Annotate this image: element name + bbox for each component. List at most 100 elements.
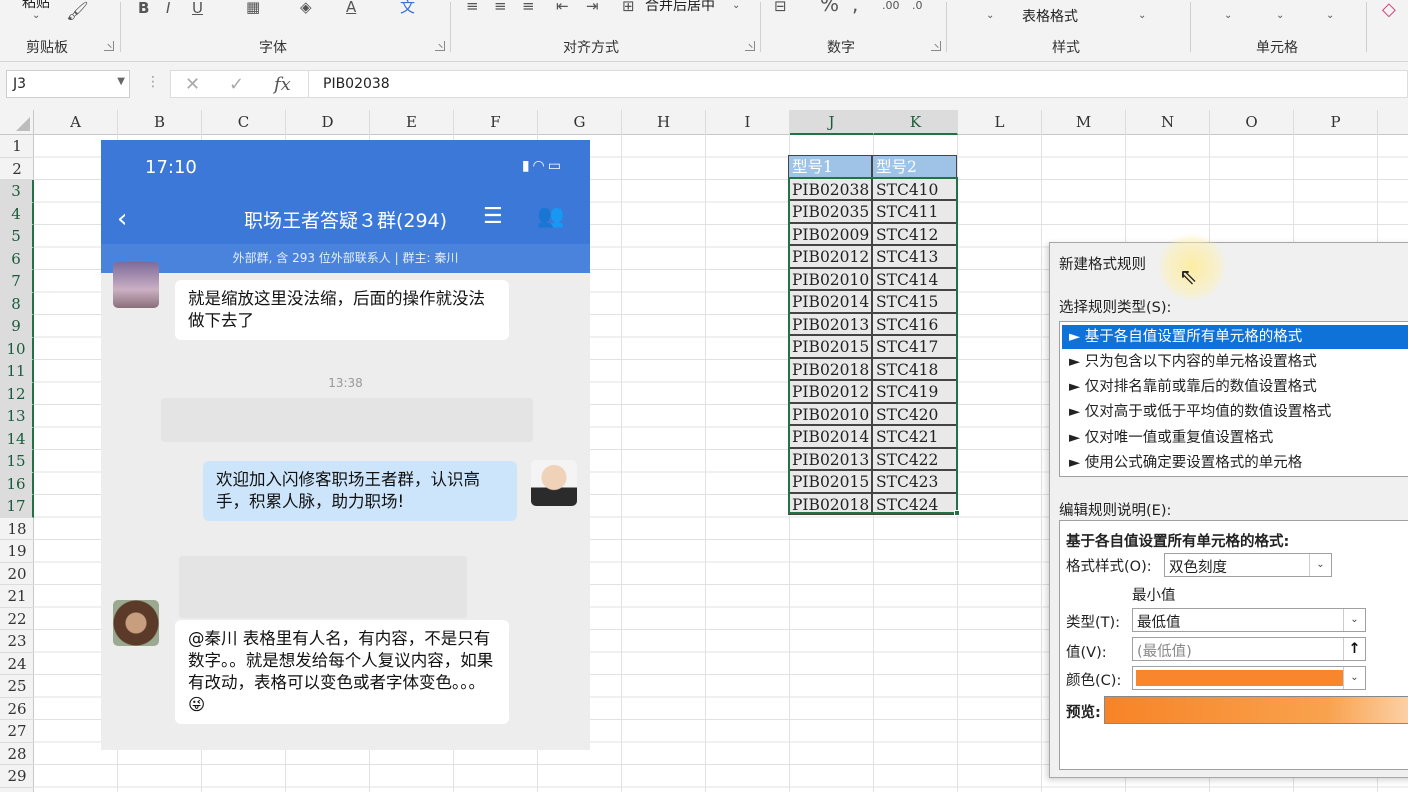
column-header[interactable]: P xyxy=(1294,110,1378,135)
align-center-icon[interactable]: ≡ xyxy=(494,0,507,14)
row-header[interactable]: 15 xyxy=(0,450,34,473)
table-cell[interactable]: PIB02015 xyxy=(788,335,872,358)
table-cell[interactable]: PIB02014 xyxy=(788,425,872,448)
table-cell[interactable]: PIB02015 xyxy=(788,470,872,493)
phonetic-icon[interactable]: 文 xyxy=(400,0,415,15)
comma-style-icon[interactable]: , xyxy=(852,0,858,14)
column-header[interactable]: L xyxy=(958,110,1042,135)
members-icon[interactable]: 👥 xyxy=(537,204,564,229)
avatar[interactable] xyxy=(113,262,159,308)
format-dropdown-icon[interactable]: ⌄ xyxy=(1326,8,1334,24)
conditional-format-dropdown-icon[interactable]: ⌄ xyxy=(986,8,994,24)
table-cell[interactable]: PIB02012 xyxy=(788,380,872,403)
column-header[interactable]: G xyxy=(538,110,622,135)
chevron-down-icon[interactable]: ⌄ xyxy=(1343,667,1365,689)
table-cell[interactable]: STC424 xyxy=(872,492,957,515)
table-cell[interactable]: PIB02018 xyxy=(788,357,872,380)
table-cell[interactable]: PIB02010 xyxy=(788,267,872,290)
avatar[interactable] xyxy=(113,600,159,646)
name-box[interactable]: J3 ▼ xyxy=(6,70,130,98)
alignment-launcher-icon[interactable] xyxy=(745,41,755,51)
accounting-format-icon[interactable]: ⊟ xyxy=(774,0,787,14)
merge-center-icon[interactable]: ⊞ xyxy=(622,0,635,14)
number-launcher-icon[interactable] xyxy=(931,41,941,51)
delete-dropdown-icon[interactable]: ⌄ xyxy=(1276,8,1284,24)
row-header[interactable]: 11 xyxy=(0,360,34,383)
rule-type-item[interactable]: ► 仅对排名靠前或靠后的数值设置格式 xyxy=(1062,375,1408,399)
table-cell[interactable]: STC414 xyxy=(872,267,957,290)
rule-type-item[interactable]: ► 仅对唯一值或重复值设置格式 xyxy=(1062,426,1408,450)
table-cell[interactable]: PIB02038 xyxy=(788,177,872,200)
table-header-cell[interactable]: 型号1 xyxy=(788,155,872,178)
row-header[interactable]: 14 xyxy=(0,427,34,450)
table-cell[interactable]: STC418 xyxy=(872,357,957,380)
color-picker[interactable]: ⌄ xyxy=(1132,666,1366,690)
font-launcher-icon[interactable] xyxy=(435,41,445,51)
italic-icon[interactable]: I xyxy=(166,0,170,16)
table-cell[interactable]: STC411 xyxy=(872,200,957,223)
merge-center-button[interactable]: 合并后居中 xyxy=(645,0,715,15)
chevron-down-icon[interactable]: ▼ xyxy=(117,76,125,87)
row-header[interactable]: 10 xyxy=(0,337,34,360)
increase-indent-icon[interactable]: ⇥ xyxy=(586,0,599,14)
table-cell[interactable]: PIB02013 xyxy=(788,447,872,470)
rule-type-item[interactable]: ► 只为包含以下内容的单元格设置格式 xyxy=(1062,350,1408,374)
row-header[interactable]: 3 xyxy=(0,180,34,203)
row-header[interactable]: 24 xyxy=(0,653,34,675)
column-header[interactable]: H xyxy=(622,110,706,135)
increase-decimal-icon[interactable]: .00 xyxy=(882,0,900,14)
chevron-down-icon[interactable]: ⌄ xyxy=(1309,554,1331,576)
row-header[interactable]: 28 xyxy=(0,743,34,765)
enter-icon[interactable]: ✓ xyxy=(229,74,244,95)
cancel-icon[interactable]: ✕ xyxy=(185,74,200,95)
row-header[interactable]: 4 xyxy=(0,202,34,225)
font-color-icon[interactable]: A xyxy=(346,0,356,15)
menu-icon[interactable]: ☰ xyxy=(483,204,503,229)
table-cell[interactable]: STC421 xyxy=(872,425,957,448)
merge-dropdown-icon[interactable]: ⌄ xyxy=(732,0,740,14)
fill-handle[interactable] xyxy=(954,510,960,516)
table-cell[interactable]: PIB02009 xyxy=(788,222,872,245)
chevron-down-icon[interactable]: ⌄ xyxy=(1343,609,1365,631)
table-cell[interactable]: STC416 xyxy=(872,312,957,335)
column-header[interactable]: B xyxy=(118,110,202,135)
row-header[interactable]: 6 xyxy=(0,247,34,270)
rule-type-item[interactable]: ► 仅对高于或低于平均值的数值设置格式 xyxy=(1062,400,1408,424)
column-header[interactable]: M xyxy=(1042,110,1126,135)
cell-styles-dropdown-icon[interactable]: ⌄ xyxy=(1138,8,1146,24)
row-header[interactable]: 16 xyxy=(0,472,34,495)
row-header[interactable]: 29 xyxy=(0,765,34,788)
row-header[interactable]: 13 xyxy=(0,405,34,428)
column-header[interactable]: A xyxy=(34,110,118,135)
table-cell[interactable]: STC412 xyxy=(872,222,957,245)
table-cell[interactable]: STC410 xyxy=(872,177,957,200)
bold-icon[interactable]: B xyxy=(138,0,149,16)
type-select[interactable]: 最低值 ⌄ xyxy=(1132,608,1366,632)
table-cell[interactable]: PIB02018 xyxy=(788,492,872,515)
format-painter-icon[interactable]: 🖌 xyxy=(66,3,89,21)
row-header[interactable]: 25 xyxy=(0,675,34,698)
clipboard-launcher-icon[interactable] xyxy=(104,41,114,51)
table-cell[interactable]: STC422 xyxy=(872,447,957,470)
select-all-button[interactable] xyxy=(0,110,34,135)
more-options-icon[interactable]: ⋮ xyxy=(146,74,160,90)
row-header[interactable]: 7 xyxy=(0,270,34,293)
column-header[interactable]: N xyxy=(1126,110,1210,135)
row-header[interactable]: 20 xyxy=(0,563,34,585)
row-header[interactable]: 18 xyxy=(0,518,34,540)
column-header[interactable]: K xyxy=(874,110,958,135)
percent-icon[interactable]: % xyxy=(820,0,839,14)
rule-type-item[interactable]: ► 基于各自值设置所有单元格的格式 xyxy=(1062,325,1408,349)
avatar[interactable] xyxy=(531,460,577,506)
row-header[interactable]: 21 xyxy=(0,585,34,608)
row-header[interactable]: 17 xyxy=(0,495,34,518)
format-as-table-button[interactable]: 表格格式 xyxy=(1022,6,1078,26)
borders-icon[interactable]: ▦ xyxy=(246,0,260,15)
collapse-dialog-icon[interactable]: ↑ xyxy=(1343,638,1365,660)
row-header[interactable]: 23 xyxy=(0,630,34,653)
align-left-icon[interactable]: ≡ xyxy=(466,0,479,14)
row-header[interactable]: 5 xyxy=(0,225,34,248)
column-header[interactable]: I xyxy=(706,110,790,135)
table-cell[interactable]: PIB02010 xyxy=(788,402,872,425)
insert-function-icon[interactable]: fx xyxy=(274,74,291,95)
